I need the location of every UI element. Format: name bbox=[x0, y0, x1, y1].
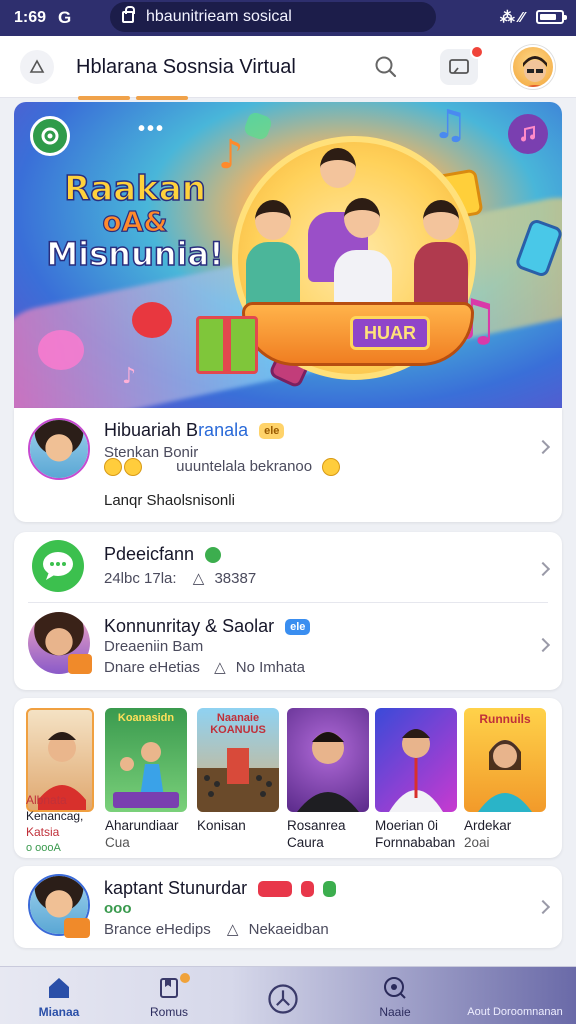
url-text: hbaunitrieam sosical bbox=[146, 8, 292, 25]
list-item-title: Konnunritay & Saolar ele bbox=[104, 616, 311, 637]
gift-icon bbox=[196, 316, 258, 374]
lock-icon bbox=[122, 6, 135, 23]
person-figure bbox=[320, 148, 356, 188]
rail-caption: Aharundiaar bbox=[105, 818, 179, 833]
like-icon: △ bbox=[214, 659, 226, 676]
person-figure bbox=[423, 200, 459, 240]
music-icon[interactable] bbox=[508, 114, 548, 154]
status-badge: ele bbox=[285, 619, 311, 636]
music-note-icon: ♫ bbox=[432, 102, 468, 148]
rail-tile[interactable]: Runnuils bbox=[464, 708, 546, 812]
stage-sign: HUAR bbox=[350, 316, 430, 350]
balloon-icon bbox=[38, 330, 84, 370]
status-time: 1:69 bbox=[14, 9, 47, 26]
list-item-subtitle: Dreaeniin Bam bbox=[104, 638, 204, 655]
list-item-meta: 24lbc 17la: △ 38387 bbox=[104, 570, 257, 587]
signal-icon: ⁂ ⁄⁄ bbox=[499, 9, 524, 26]
rail-caption: Albnata bbox=[26, 793, 67, 807]
address-bar[interactable]: hbaunitrieam sosical bbox=[110, 2, 436, 32]
nav-profile[interactable]: Aout Doroomnanan bbox=[460, 967, 570, 1024]
sticker-icon bbox=[132, 302, 172, 338]
like-icon: △ bbox=[192, 570, 205, 587]
tab-indicators bbox=[78, 96, 188, 100]
chevron-right-icon[interactable] bbox=[535, 439, 551, 455]
rail-tile[interactable] bbox=[287, 708, 369, 812]
confetti-icon bbox=[242, 110, 274, 142]
bookmark-icon bbox=[160, 978, 178, 998]
home-icon bbox=[49, 978, 69, 998]
nav-home[interactable]: Mianaa bbox=[4, 967, 114, 1024]
list-group-card: Pdeeicfann 24lbc 17la: △ 38387 Konnunrit… bbox=[14, 532, 562, 690]
badge-icon bbox=[68, 654, 92, 674]
notification-badge bbox=[470, 45, 484, 59]
list-item-title: Pdeeicfann bbox=[104, 544, 222, 565]
emoji-icon bbox=[124, 458, 142, 477]
person-figure bbox=[255, 200, 291, 240]
rail-caption: Rosanrea bbox=[287, 818, 346, 833]
search-icon[interactable] bbox=[372, 53, 400, 81]
page-title: Hblarana Sosnsia Virtual bbox=[76, 56, 296, 78]
chat-search-icon bbox=[384, 977, 406, 999]
status-badge: ele bbox=[259, 423, 285, 440]
chat-icon bbox=[32, 540, 84, 592]
hero-title: Raakan oA& Misnunia! bbox=[46, 169, 225, 273]
nav-bookmarks[interactable]: Romus bbox=[114, 967, 224, 1024]
status-icons: ⁂ ⁄⁄ bbox=[499, 8, 567, 26]
list-item-tag: ooo bbox=[104, 900, 132, 917]
nav-chat[interactable]: Naaie bbox=[340, 967, 450, 1024]
music-note-icon: ♪ bbox=[122, 364, 137, 389]
notification-dot bbox=[180, 973, 190, 983]
person-figure bbox=[344, 198, 380, 238]
emoji-icon bbox=[322, 458, 341, 477]
app-header: Hblarana Sosnsia Virtual bbox=[0, 36, 576, 98]
cast-screen-icon[interactable] bbox=[440, 45, 484, 85]
battery-icon bbox=[536, 10, 567, 24]
list-item[interactable]: kaptant Stunurdar ooo Brance eHedips △ N… bbox=[14, 866, 562, 948]
avatar bbox=[28, 418, 90, 480]
rail-tile[interactable] bbox=[375, 708, 457, 812]
list-item-title: kaptant Stunurdar bbox=[104, 878, 337, 899]
clock-icon bbox=[268, 984, 298, 1014]
hero-banner[interactable]: ♪ ♫ ♫ ♪ ••• Raakan oA& Misnunia! HUAR bbox=[14, 102, 562, 408]
chevron-right-icon[interactable] bbox=[535, 561, 551, 577]
emoji-icon bbox=[104, 458, 122, 477]
featured-user-card[interactable]: Hibuariah Branala ele Stenkan Bonir uuun… bbox=[14, 408, 562, 522]
list-item-meta: Dnare eHetias △ No Imhata bbox=[104, 659, 305, 676]
network-icon: G bbox=[58, 8, 72, 27]
user-note: Lanqr Shaolsnisonli bbox=[104, 492, 235, 509]
chevron-right-icon[interactable] bbox=[535, 637, 551, 653]
rail-caption: Konisan bbox=[197, 818, 246, 833]
home-outline-icon[interactable] bbox=[20, 50, 54, 84]
user-avatar[interactable] bbox=[511, 45, 555, 89]
verified-icon bbox=[205, 547, 222, 564]
rail-caption: Ardekar bbox=[464, 818, 512, 833]
brand-logo-icon bbox=[30, 116, 70, 156]
rail-tile[interactable]: Naanaie KOANUUS bbox=[197, 708, 279, 812]
more-icon[interactable]: ••• bbox=[138, 118, 165, 141]
rail-caption: Moerian 0i bbox=[375, 818, 439, 833]
reaction-row: uuuntelala bekranoo bbox=[104, 458, 341, 477]
list-item-meta: Brance eHedips △ Nekaeidban bbox=[104, 921, 329, 938]
content-rail: Albnata Kenancag, Katsia o oooA Koanasid… bbox=[14, 698, 562, 858]
badge-icon bbox=[64, 918, 90, 938]
nav-profile-label: Aout Doroomnanan bbox=[467, 1006, 563, 1018]
status-bar: 1:69 G hbaunitrieam sosical ⁂ ⁄⁄ bbox=[0, 0, 576, 36]
rail-tile[interactable]: Koanasidn bbox=[105, 708, 187, 812]
nav-activity[interactable] bbox=[228, 967, 338, 1024]
bottom-navigation: Mianaa Romus Naaie Aout Doroomnanan bbox=[0, 966, 576, 1024]
user-name: Hibuariah Branala ele bbox=[104, 420, 285, 441]
chevron-right-icon[interactable] bbox=[535, 899, 551, 915]
like-icon: △ bbox=[226, 921, 239, 938]
